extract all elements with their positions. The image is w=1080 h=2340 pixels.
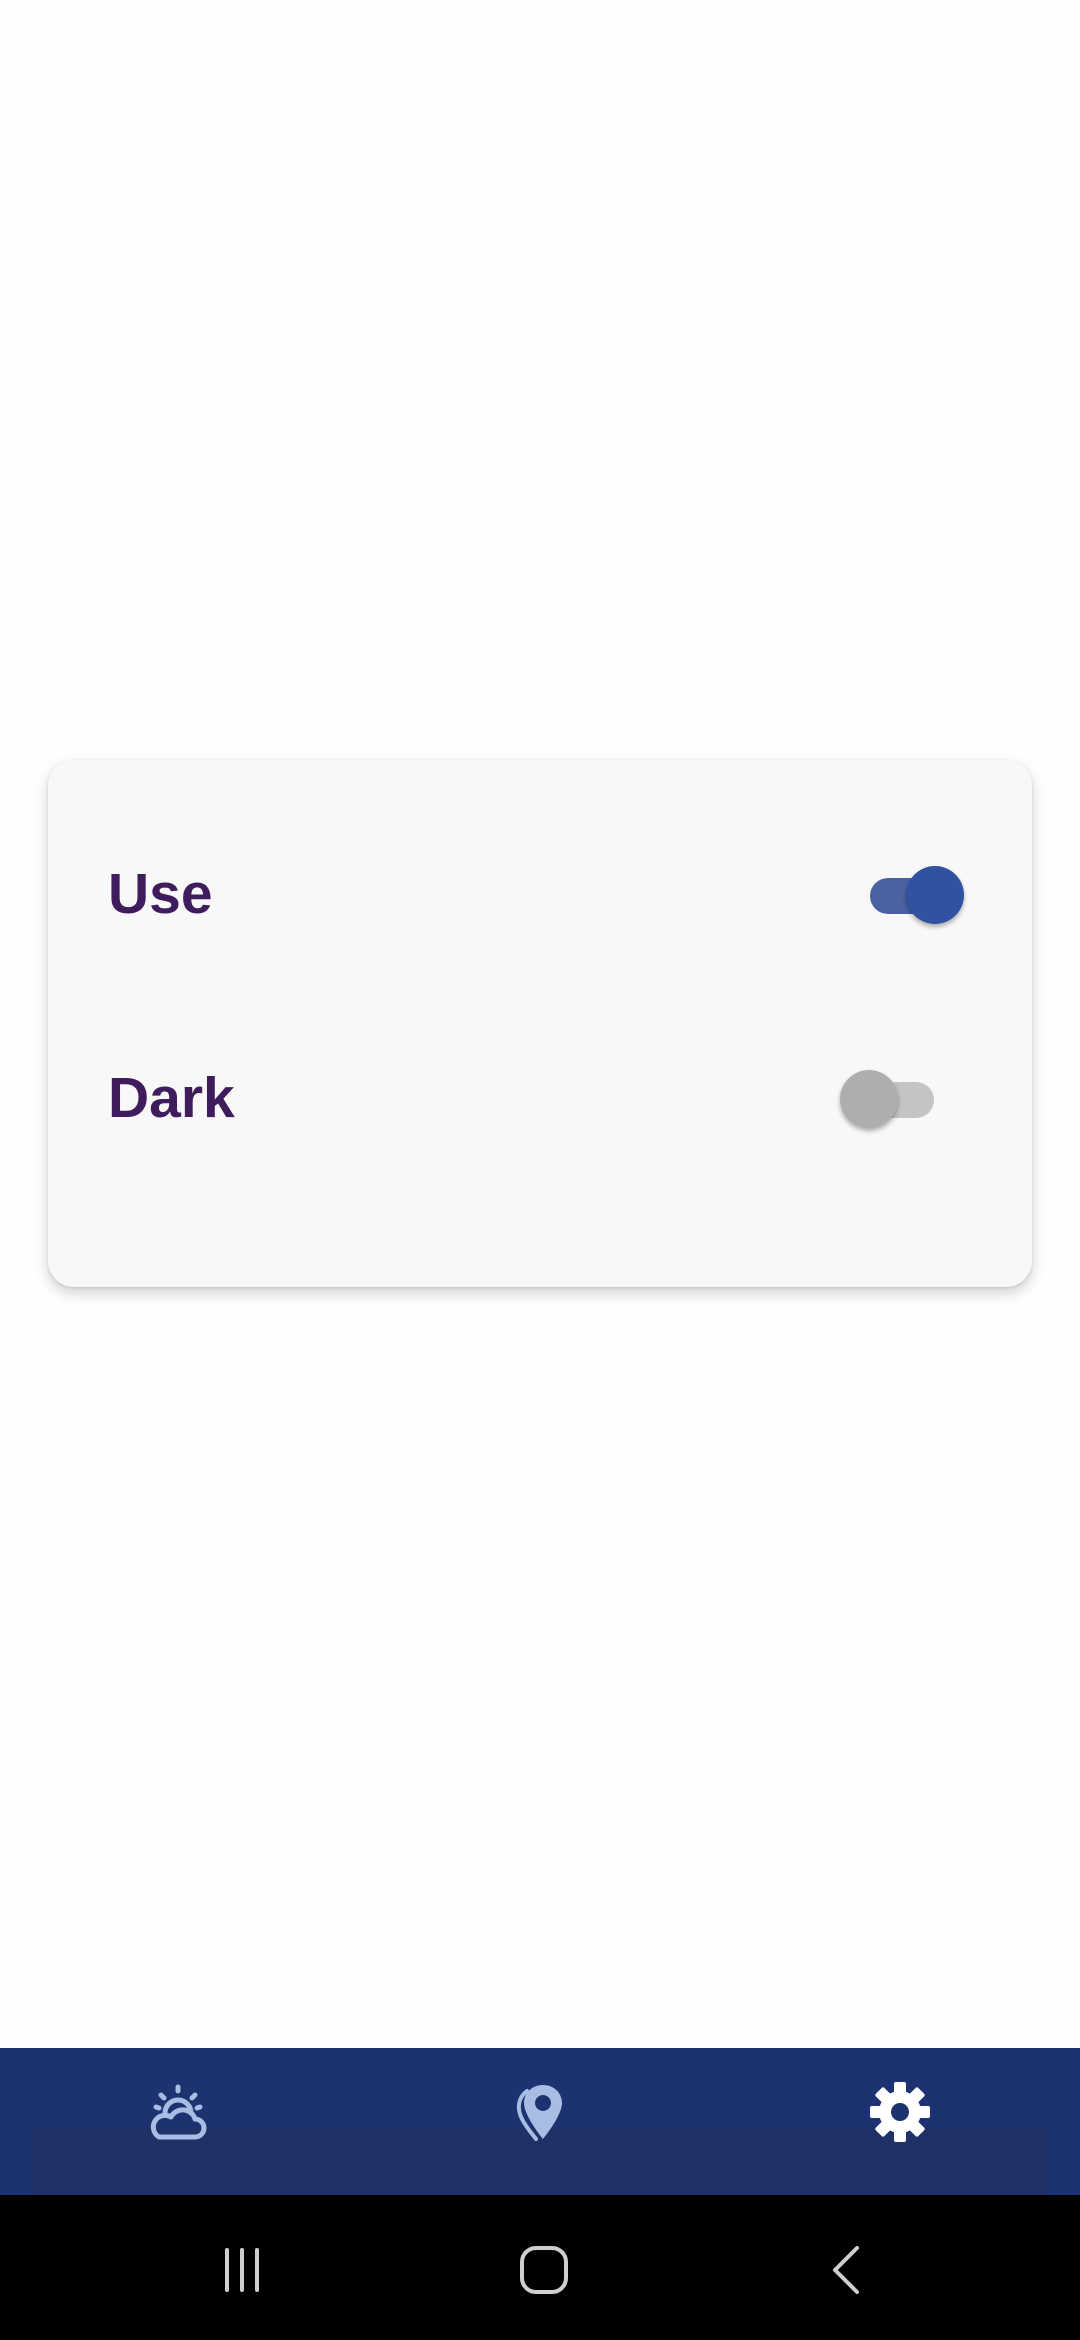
dark-setting-row: Dark [108, 1048, 972, 1148]
use-label: Use [108, 862, 213, 926]
back-icon [833, 2246, 859, 2294]
dark-toggle[interactable] [840, 1065, 940, 1131]
nav-item-location[interactable] [495, 2072, 585, 2152]
nav-item-weather[interactable] [133, 2072, 223, 2152]
use-toggle-thumb [906, 866, 964, 924]
weather-cloud-sun-icon [150, 2084, 207, 2140]
settings-screen: Use Dark [0, 0, 1080, 2340]
use-setting-row: Use [108, 844, 972, 944]
recent-apps-button[interactable] [197, 2235, 287, 2305]
system-navigation-bar [0, 2195, 1080, 2340]
gear-icon [870, 2082, 930, 2142]
location-pin-icon [516, 2085, 562, 2141]
back-button[interactable] [802, 2235, 892, 2305]
bottom-navigation [0, 2048, 1080, 2195]
home-button[interactable] [499, 2235, 589, 2305]
dark-toggle-thumb [840, 1070, 898, 1128]
use-toggle[interactable] [864, 861, 964, 927]
home-icon [520, 2246, 568, 2294]
nav-item-settings[interactable] [855, 2072, 945, 2152]
dark-label: Dark [108, 1066, 235, 1130]
settings-card: Use Dark [48, 760, 1032, 1287]
recent-apps-icon [225, 2248, 259, 2292]
